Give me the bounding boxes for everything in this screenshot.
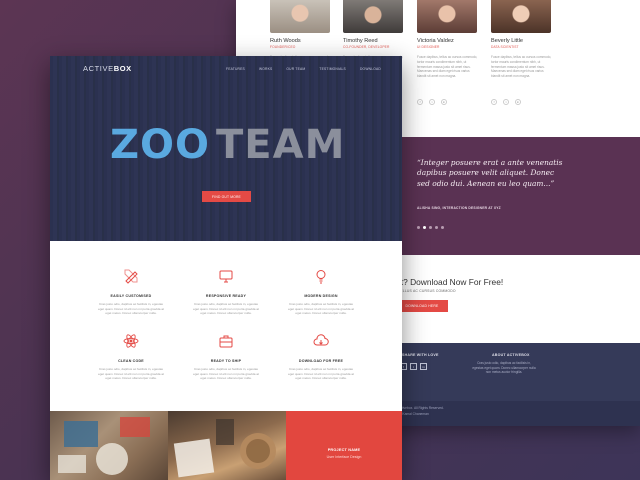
team-member-photo bbox=[343, 0, 403, 33]
project-category: User Interface Design bbox=[326, 455, 362, 459]
feature-card: MODERN DESIGN Cras justo odio, dapibus a… bbox=[273, 268, 369, 316]
carousel-dot[interactable] bbox=[429, 226, 432, 229]
project-name: PROJECT NAME bbox=[327, 448, 361, 452]
team-member-photo bbox=[417, 0, 477, 33]
portfolio-tile[interactable] bbox=[168, 411, 286, 480]
feature-card: CLEAN CODE Cras justo odio, dapibus ac f… bbox=[83, 333, 179, 381]
team-member-card: Ruth Woods FOUNDER/CEO Fusce dapibus, te… bbox=[270, 0, 330, 105]
hero-title: ZOO TEAM bbox=[110, 122, 344, 168]
about-heading: ABOUT ACTIVEBOX bbox=[492, 353, 530, 357]
download-button[interactable]: DOWNLOAD HERE bbox=[396, 300, 448, 312]
feature-desc: Cras justo odio, dapibus ac facilisis in… bbox=[288, 302, 354, 316]
hero-section: ACTIVEBOX FEATURES WORKS OUR TEAM TESTIM… bbox=[50, 56, 402, 241]
twitter-icon[interactable]: t bbox=[410, 363, 417, 370]
brand-logo-main: ACTIVE bbox=[83, 64, 114, 73]
share-heading: SHARE WITH LOVE bbox=[402, 353, 439, 357]
portfolio-image bbox=[173, 419, 276, 478]
team-member-bio: Fusce dapibus, tellus ac cursus commodo,… bbox=[491, 55, 552, 79]
feature-desc: Cras justo odio, dapibus ac facilisis in… bbox=[193, 302, 259, 316]
facebook-icon[interactable]: f bbox=[491, 99, 497, 105]
feature-desc: Cras justo odio, dapibus ac facilisis in… bbox=[98, 302, 164, 316]
team-member-name: Ruth Woods bbox=[270, 38, 301, 44]
portfolio-tile-active[interactable]: PROJECT NAME User Interface Design bbox=[286, 411, 402, 480]
team-member-card: Timothy Reed CO-FOUNDER, DEVELOPER Fusce… bbox=[343, 0, 403, 105]
team-member-bio: Fusce dapibus, tellus ac cursus commodo,… bbox=[417, 55, 478, 79]
feature-card: DOWNLOAD FOR FREE Cras justo odio, dapib… bbox=[273, 333, 369, 381]
team-member-role: CO-FOUNDER, DEVELOPER bbox=[343, 45, 390, 49]
team-member-social: f t in bbox=[491, 99, 521, 105]
hero-title-zoo: ZOO bbox=[110, 122, 210, 168]
features-section: EASILY CUSTOMISED Cras justo odio, dapib… bbox=[50, 241, 402, 411]
nav-item-download[interactable]: DOWNLOAD bbox=[360, 67, 381, 71]
feature-title: DOWNLOAD FOR FREE bbox=[298, 359, 344, 363]
team-member-role: FOUNDER/CEO bbox=[270, 45, 296, 49]
testimonial-author: ALISHA SING, INTERACTION DESIGNER AT XYZ bbox=[417, 206, 501, 210]
download-heading: rt? Download Now For Free! bbox=[398, 277, 504, 287]
linkedin-icon[interactable]: in bbox=[515, 99, 521, 105]
team-member-card: Beverly Little DATA SCIENTIST Fusce dapi… bbox=[491, 0, 551, 105]
monitor-icon bbox=[219, 270, 233, 283]
briefcase-icon bbox=[219, 335, 233, 348]
download-subtitle: TELLUS AC CURSUS COMMODO bbox=[398, 289, 456, 293]
team-member-role: UI DESIGNER bbox=[417, 45, 440, 49]
twitter-icon[interactable]: t bbox=[429, 99, 435, 105]
feature-title: EASILY CUSTOMISED bbox=[110, 294, 152, 298]
front-page: ACTIVEBOX FEATURES WORKS OUR TEAM TESTIM… bbox=[50, 56, 402, 480]
feature-title: RESPONSIVE READY bbox=[205, 294, 247, 298]
team-member-card: Victoria Valdez UI DESIGNER Fusce dapibu… bbox=[417, 0, 477, 105]
carousel-dot[interactable] bbox=[417, 226, 420, 229]
find-out-more-button[interactable]: FIND OUT MORE bbox=[202, 191, 251, 202]
portfolio-tile[interactable] bbox=[50, 411, 168, 480]
credit-text: by Kamal Chaneman bbox=[398, 412, 429, 416]
brand-logo[interactable]: ACTIVEBOX bbox=[83, 64, 132, 73]
feature-desc: Cras justo odio, dapibus ac facilisis in… bbox=[98, 367, 164, 381]
brand-logo-bold: BOX bbox=[113, 64, 132, 73]
facebook-icon[interactable]: f bbox=[417, 99, 423, 105]
team-member-social: f t in bbox=[417, 99, 447, 105]
feature-title: READY TO SHIP bbox=[210, 359, 242, 363]
carousel-dot[interactable] bbox=[435, 226, 438, 229]
nav-item-testimonials[interactable]: TESTIMONIALS bbox=[319, 67, 346, 71]
atom-icon bbox=[123, 334, 139, 348]
feature-card: EASILY CUSTOMISED Cras justo odio, dapib… bbox=[83, 268, 179, 316]
feature-card: RESPONSIVE READY Cras justo odio, dapibu… bbox=[178, 268, 274, 316]
nav-item-our-team[interactable]: OUR TEAM bbox=[286, 67, 305, 71]
lightbulb-icon bbox=[316, 270, 326, 284]
pencil-ruler-icon bbox=[124, 269, 138, 284]
carousel-dot[interactable] bbox=[441, 226, 444, 229]
team-member-name: Timothy Reed bbox=[343, 38, 378, 44]
share-icons: f t in bbox=[400, 363, 427, 370]
hero-title-team: TEAM bbox=[216, 122, 344, 168]
feature-title: CLEAN CODE bbox=[118, 359, 144, 363]
team-member-role: DATA SCIENTIST bbox=[491, 45, 519, 49]
feature-title: MODERN DESIGN bbox=[304, 294, 338, 298]
nav-item-features[interactable]: FEATURES bbox=[226, 67, 245, 71]
cloud-download-icon bbox=[313, 334, 329, 346]
feature-desc: Cras justo odio, dapibus ac facilisis in… bbox=[288, 367, 354, 381]
testimonial-quote: “Integer posuere erat a ante venenatis d… bbox=[417, 158, 563, 188]
carousel-dot-active[interactable] bbox=[423, 226, 426, 229]
main-nav: FEATURES WORKS OUR TEAM TESTIMONIALS DOW… bbox=[226, 67, 381, 71]
team-member-photo bbox=[270, 0, 330, 33]
copyright-text: Activebox. All Rights Reserved. bbox=[398, 406, 444, 410]
team-member-name: Beverly Little bbox=[491, 38, 524, 44]
nav-item-works[interactable]: WORKS bbox=[259, 67, 272, 71]
linkedin-icon[interactable]: in bbox=[441, 99, 447, 105]
portfolio-section: PROJECT NAME User Interface Design bbox=[50, 411, 402, 480]
carousel-dots bbox=[417, 226, 444, 229]
twitter-icon[interactable]: t bbox=[503, 99, 509, 105]
about-text: Cras justo odio, dapibus ac facilisis in… bbox=[472, 361, 536, 375]
team-member-photo bbox=[491, 0, 551, 33]
feature-desc: Cras justo odio, dapibus ac facilisis in… bbox=[193, 367, 259, 381]
linkedin-icon[interactable]: in bbox=[420, 363, 427, 370]
team-member-name: Victoria Valdez bbox=[417, 38, 454, 44]
portfolio-image bbox=[58, 417, 150, 475]
feature-card: READY TO SHIP Cras justo odio, dapibus a… bbox=[178, 333, 274, 381]
